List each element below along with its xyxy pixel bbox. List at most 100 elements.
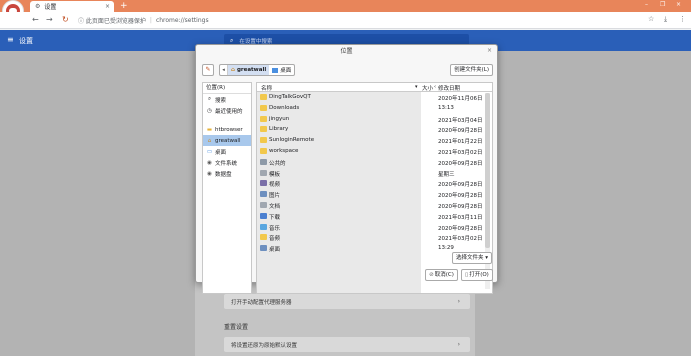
create-folder-button[interactable]: 创建文件夹(L) xyxy=(450,64,493,76)
folder-icon xyxy=(260,104,267,111)
file-row[interactable]: 模板 星期三 xyxy=(257,168,485,179)
folder-icon: ▬ xyxy=(206,126,213,133)
file-row[interactable]: 下载 2021年03月11日 xyxy=(257,211,485,222)
new-tab-button[interactable]: + xyxy=(120,1,128,11)
forward-arrow-icon[interactable]: → xyxy=(46,15,53,25)
file-date: 13:13 xyxy=(438,104,454,111)
file-row[interactable]: 视频 2020年09月28日 xyxy=(257,178,485,189)
open-button[interactable]: ▯打开(O) xyxy=(461,269,493,281)
address-bar[interactable]: ⓘ 此页面已受浏览器保护 | chrome://settings xyxy=(78,15,668,26)
file-type-select[interactable]: 选择文件夹 ▾ xyxy=(451,252,492,264)
home-icon: ⌂ xyxy=(231,67,235,73)
folder-icon xyxy=(260,94,267,100)
sort-arrow-icon[interactable]: ▾ xyxy=(415,84,418,90)
download-icon[interactable]: ⤓ xyxy=(664,15,667,24)
reload-icon[interactable]: ↻ xyxy=(62,15,69,25)
file-row[interactable]: DingTalkGovQT 2020年11月06日 xyxy=(257,92,485,103)
edit-location-button[interactable]: ✎ xyxy=(202,64,214,76)
open-label: 打开(O) xyxy=(469,272,489,278)
place-datadisk[interactable]: ◉ 数据盘 xyxy=(203,168,251,179)
document-folder-icon xyxy=(260,202,267,208)
folder-icon xyxy=(260,137,267,144)
bookmark-star-icon[interactable]: ☆ xyxy=(648,15,654,23)
minimize-icon[interactable]: – xyxy=(645,1,648,8)
place-label: greatwall xyxy=(215,137,241,144)
file-date: 2021年03月11日 xyxy=(438,214,483,221)
document-folder-icon xyxy=(260,169,267,176)
column-modified[interactable]: 修改日期 xyxy=(438,84,460,92)
file-name: DingTalkGovQT xyxy=(269,94,311,100)
place-filesystem[interactable]: ◉ 文件系统 xyxy=(203,157,251,168)
places-spacer xyxy=(203,116,251,124)
file-row[interactable]: 图片 2020年09月28日 xyxy=(257,189,485,200)
file-row[interactable]: 音频 2021年03月02日 xyxy=(257,232,485,243)
place-label: 最近使用的 xyxy=(215,108,243,115)
close-window-icon[interactable]: × xyxy=(676,1,681,8)
file-row[interactable]: 桌面 13:29 xyxy=(257,243,485,254)
reset-defaults-row[interactable]: 将设置还原为原始默认设置 › xyxy=(224,337,470,352)
file-chooser-dialog: 位置 × ✎ ◂ ⌂ greatwall 桌面 创建文件夹(L) 位置(R) ⌕… xyxy=(195,44,498,294)
file-date: 2021年03月02日 xyxy=(438,236,483,243)
shared-folder-icon xyxy=(260,158,267,165)
file-date: 星期三 xyxy=(438,171,455,178)
proxy-settings-row[interactable]: 打开手动配置代理服务器 › xyxy=(224,294,470,309)
file-name: SunloginRemote xyxy=(269,137,315,144)
place-greatwall[interactable]: ⌂ greatwall xyxy=(203,135,251,146)
file-date: 2020年09月28日 xyxy=(438,160,483,167)
crumb-label: 桌面 xyxy=(280,68,292,74)
scrollbar-thumb[interactable] xyxy=(485,93,490,248)
folder-icon xyxy=(260,191,267,198)
places-header: 位置(R) xyxy=(203,83,251,94)
file-date: 2021年03月04日 xyxy=(438,117,483,124)
file-name: 图片 xyxy=(269,193,281,200)
more-menu-icon[interactable]: ⋮ xyxy=(679,15,686,23)
place-search[interactable]: ⌕ 搜索 xyxy=(203,94,251,105)
places-sidebar: 位置(R) ⌕ 搜索 ◷ 最近使用的 ▬ htbrowser ⌂ greatwall ▭… xyxy=(202,82,252,294)
place-label: 文件系统 xyxy=(215,160,238,167)
place-label: 桌面 xyxy=(215,149,227,156)
place-desktop[interactable]: ▭ 桌面 xyxy=(203,146,251,157)
desktop-icon: ▭ xyxy=(206,148,213,155)
menu-icon[interactable]: ≡ xyxy=(7,35,14,45)
file-date: 2020年09月28日 xyxy=(438,225,483,232)
file-row[interactable]: jingyun 2021年03月04日 xyxy=(257,114,485,125)
maximize-icon[interactable]: ❐ xyxy=(660,1,665,8)
search-icon: ⌕ xyxy=(207,96,212,102)
file-row[interactable]: Downloads 13:13 xyxy=(257,103,485,114)
url-text[interactable]: chrome://settings xyxy=(156,17,209,24)
close-icon[interactable]: × xyxy=(487,47,492,54)
file-row[interactable]: workspace 2021年03月02日 xyxy=(257,146,485,157)
dialog-toolbar: ✎ ◂ ⌂ greatwall 桌面 创建文件夹(L) xyxy=(202,64,493,78)
folder-icon xyxy=(260,126,267,133)
file-row[interactable]: SunloginRemote 2021年01月22日 xyxy=(257,135,485,146)
drive-icon: ◉ xyxy=(207,159,212,166)
gear-icon: ⚙ xyxy=(35,3,41,10)
column-size[interactable]: 大小 xyxy=(422,84,433,92)
place-label: htbrowser xyxy=(215,126,243,133)
cancel-button[interactable]: ⊘取消(C) xyxy=(425,269,458,281)
file-date: 2020年09月28日 xyxy=(438,204,483,210)
place-recent[interactable]: ◷ 最近使用的 xyxy=(203,105,251,116)
crumb-back-arrow-icon[interactable]: ◂ xyxy=(220,65,228,75)
music-folder-icon xyxy=(260,223,267,230)
crumb-greatwall[interactable]: ⌂ greatwall xyxy=(228,65,270,75)
file-row[interactable]: 公共的 2020年09月28日 xyxy=(257,157,485,168)
back-arrow-icon[interactable]: ← xyxy=(32,15,39,25)
crumb-desktop[interactable]: 桌面 xyxy=(269,65,294,75)
cancel-label: 取消(C) xyxy=(434,272,454,278)
column-name[interactable]: 名称 xyxy=(261,84,272,92)
folder-icon xyxy=(260,245,267,252)
tab-settings[interactable]: ⚙ 设置 × xyxy=(30,1,114,12)
folder-icon xyxy=(260,115,267,122)
home-icon: ⌂ xyxy=(207,137,212,144)
file-row[interactable]: Library 2020年09月28日 xyxy=(257,124,485,135)
file-name: 文档 xyxy=(269,204,281,210)
file-row[interactable]: 文档 2020年09月28日 xyxy=(257,200,485,211)
place-htbrowser[interactable]: ▬ htbrowser xyxy=(203,124,251,135)
file-row[interactable]: 音乐 2020年09月28日 xyxy=(257,222,485,233)
secure-indicator[interactable]: ⓘ 此页面已受浏览器保护 xyxy=(78,16,146,25)
close-tab-icon[interactable]: × xyxy=(105,3,110,10)
reset-section-title: 重置设置 xyxy=(224,324,249,331)
chevron-right-icon: › xyxy=(457,298,460,305)
file-name: workspace xyxy=(269,148,299,154)
